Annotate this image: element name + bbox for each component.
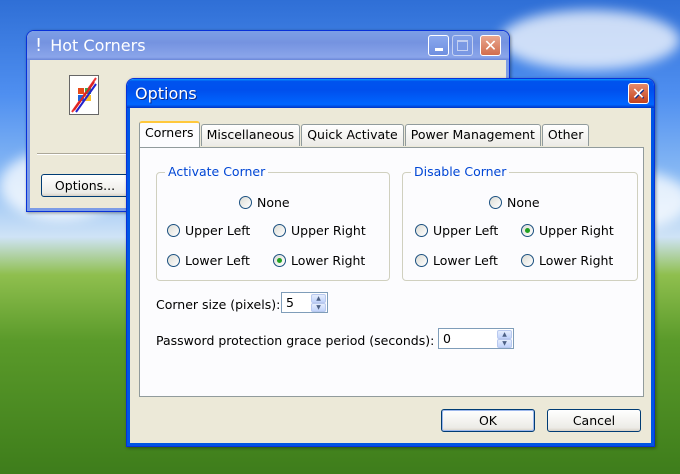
disable-corner-group: Disable Corner None Upper Left Upper Rig…	[402, 164, 638, 281]
cancel-button[interactable]: Cancel	[547, 409, 641, 432]
grace-period-label: Password protection grace period (second…	[156, 333, 435, 348]
tab-other[interactable]: Other	[541, 124, 590, 146]
tab-power-management[interactable]: Power Management	[404, 124, 541, 146]
radio-circle-selected	[521, 224, 534, 237]
radio-circle	[167, 224, 180, 237]
disable-lower-left-radio[interactable]: Lower Left	[415, 253, 498, 268]
disable-corner-label: Disable Corner	[411, 164, 510, 179]
activate-upper-right-radio[interactable]: Upper Right	[273, 223, 366, 238]
options-title: Options	[135, 84, 197, 103]
radio-circle	[415, 254, 428, 267]
close-button[interactable]: ✕	[480, 35, 501, 56]
spin-arrows: ▲ ▼	[497, 330, 512, 348]
spin-up-icon[interactable]: ▲	[311, 294, 326, 303]
activate-corner-label: Activate Corner	[165, 164, 269, 179]
radio-label: Upper Right	[539, 223, 614, 238]
minimize-icon	[434, 48, 443, 51]
radio-label: Upper Left	[433, 223, 499, 238]
options-button[interactable]: Options...	[41, 174, 129, 197]
corner-size-value: 5	[286, 295, 294, 310]
tab-miscellaneous[interactable]: Miscellaneous	[200, 124, 301, 146]
spin-down-icon[interactable]: ▼	[497, 339, 512, 348]
maximize-icon	[457, 40, 468, 51]
grace-period-value: 0	[443, 331, 451, 346]
hot-corners-title: Hot Corners	[50, 36, 146, 55]
close-icon: ✕	[483, 36, 498, 55]
maximize-button	[452, 35, 473, 56]
radio-label: None	[257, 195, 290, 210]
radio-label: Lower Left	[433, 253, 498, 268]
close-icon: ✕	[631, 84, 646, 103]
tab-corners[interactable]: Corners	[139, 121, 200, 147]
radio-circle	[167, 254, 180, 267]
radio-label: Upper Right	[291, 223, 366, 238]
disable-none-radio[interactable]: None	[489, 195, 540, 210]
activate-upper-left-radio[interactable]: Upper Left	[167, 223, 250, 238]
activate-none-radio[interactable]: None	[239, 195, 290, 210]
activate-lower-left-radio[interactable]: Lower Left	[167, 253, 250, 268]
spin-arrows: ▲ ▼	[311, 294, 326, 312]
radio-circle	[273, 224, 286, 237]
spin-down-icon[interactable]: ▼	[311, 303, 326, 312]
radio-label: Lower Right	[291, 253, 366, 268]
disable-upper-left-radio[interactable]: Upper Left	[415, 223, 498, 238]
corner-size-label: Corner size (pixels):	[156, 297, 281, 312]
radio-circle	[489, 196, 502, 209]
tab-strip: Corners Miscellaneous Quick Activate Pow…	[139, 121, 590, 147]
disable-upper-right-radio[interactable]: Upper Right	[521, 223, 614, 238]
windows-app-icon	[69, 75, 99, 115]
corner-size-stepper[interactable]: 5 ▲ ▼	[281, 292, 328, 313]
activate-corner-group: Activate Corner None Upper Left Upper Ri…	[156, 164, 390, 281]
radio-circle	[415, 224, 428, 237]
spin-up-icon[interactable]: ▲	[497, 330, 512, 339]
disable-lower-right-radio[interactable]: Lower Right	[521, 253, 613, 268]
exclamation-icon: !	[35, 35, 43, 56]
radio-circle	[521, 254, 534, 267]
activate-lower-right-radio[interactable]: Lower Right	[273, 253, 365, 268]
ok-button[interactable]: OK	[441, 409, 535, 432]
radio-label: Upper Left	[185, 223, 251, 238]
hot-corners-titlebar[interactable]: ! Hot Corners ✕	[27, 31, 509, 60]
cloud	[500, 10, 680, 70]
radio-circle-selected	[273, 254, 286, 267]
radio-label: None	[507, 195, 540, 210]
dialog-close-button[interactable]: ✕	[628, 83, 649, 104]
radio-label: Lower Right	[539, 253, 614, 268]
grace-period-stepper[interactable]: 0 ▲ ▼	[438, 328, 514, 349]
options-dialog: Options ✕ Corners Miscellaneous Quick Ac…	[126, 78, 655, 447]
corners-panel: Activate Corner None Upper Left Upper Ri…	[139, 147, 644, 397]
radio-circle	[239, 196, 252, 209]
tab-quick-activate[interactable]: Quick Activate	[301, 124, 404, 146]
options-titlebar[interactable]: Options ✕	[127, 79, 654, 108]
minimize-button[interactable]	[428, 35, 449, 56]
radio-label: Lower Left	[185, 253, 250, 268]
